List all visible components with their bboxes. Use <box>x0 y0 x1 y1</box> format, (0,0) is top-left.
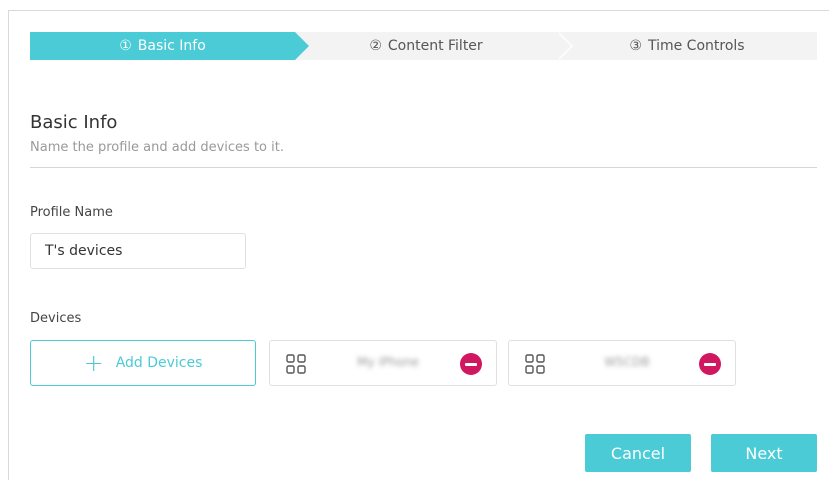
devices-label: Devices <box>30 311 82 326</box>
step-content-filter: ② Content Filter <box>295 32 573 60</box>
step-label: Basic Info <box>137 38 206 54</box>
section-subtitle: Name the profile and add devices to it. <box>30 140 284 155</box>
profile-name-input[interactable]: T's devices <box>30 233 246 269</box>
step-number: ① <box>119 38 132 54</box>
divider <box>30 167 817 168</box>
plus-icon: + <box>83 349 104 377</box>
add-devices-label: Add Devices <box>115 355 203 371</box>
step-number: ③ <box>629 38 642 54</box>
next-button[interactable]: Next <box>711 434 817 472</box>
device-grid-icon <box>286 354 306 374</box>
step-basic-info: ① Basic Info <box>30 32 309 60</box>
remove-device-button[interactable] <box>699 353 721 375</box>
device-grid-icon <box>525 354 545 374</box>
device-name: My iPhone <box>357 355 419 369</box>
profile-name-label: Profile Name <box>30 205 113 220</box>
device-card: My iPhone <box>269 340 497 386</box>
device-card: W5CDB <box>508 340 736 386</box>
step-label: Content Filter <box>387 38 483 54</box>
add-devices-button[interactable]: + Add Devices <box>30 340 256 386</box>
cancel-button[interactable]: Cancel <box>585 434 691 472</box>
step-time-controls: ③ Time Controls <box>557 32 817 60</box>
step-number: ② <box>369 38 382 54</box>
wizard-stepper: ① Basic Info ② Content Filter ③ Time Contro… <box>30 32 817 60</box>
step-label: Time Controls <box>647 38 745 54</box>
device-name: W5CDB <box>604 355 650 369</box>
remove-device-button[interactable] <box>460 353 482 375</box>
section-title: Basic Info <box>30 112 118 133</box>
